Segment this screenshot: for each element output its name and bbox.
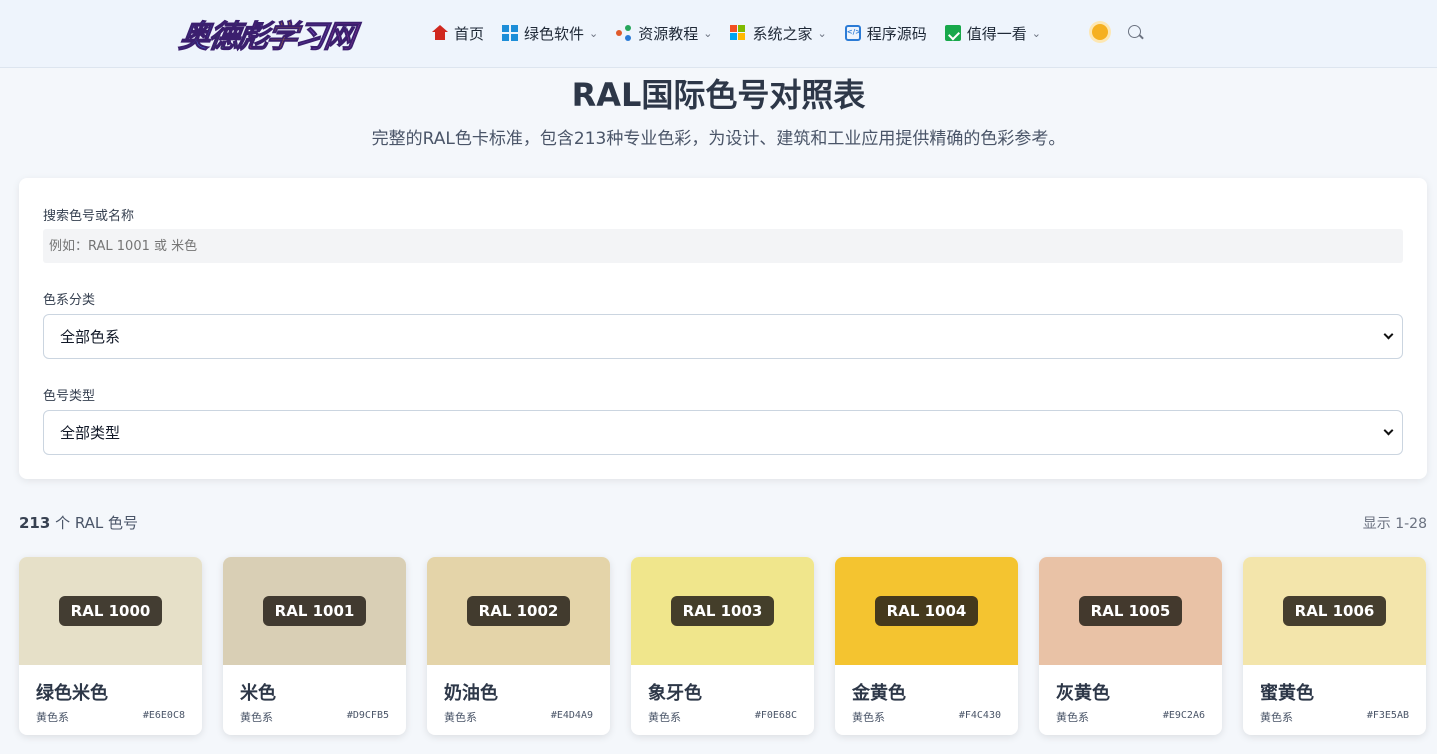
ral-code-badge: RAL 1005	[1078, 596, 1183, 626]
nav-item-system-home[interactable]: 系统之家 ⌄	[730, 23, 827, 44]
ral-code-badge: RAL 1002	[466, 596, 571, 626]
color-name: 绿色米色	[36, 683, 108, 704]
color-family: 黄色系	[648, 711, 681, 724]
filter-panel: 搜索色号或名称 色系分类 全部色系 色号类型 全部类型	[19, 178, 1427, 479]
color-type-value: 全部类型	[60, 424, 121, 442]
result-count-suffix: 个 RAL 色号	[50, 514, 139, 532]
site-logo[interactable]: 奥德彪学习网	[176, 12, 368, 55]
color-family-label: 色系分类	[43, 293, 96, 308]
home-icon	[432, 25, 448, 41]
color-swatch: RAL 1000	[19, 557, 202, 665]
color-hex: #F3E5AB	[1366, 710, 1409, 721]
search-label: 搜索色号或名称	[43, 209, 135, 224]
color-name: 金黄色	[852, 683, 906, 704]
color-type-select[interactable]: 全部类型	[43, 410, 1403, 455]
chevron-down-icon: ⌄	[817, 26, 827, 40]
color-hex: #E9C2A6	[1162, 710, 1205, 721]
color-card[interactable]: RAL 1004 金黄色黄色系 #F4C430	[835, 557, 1018, 735]
windows-icon	[730, 25, 746, 41]
color-card[interactable]: RAL 1003 象牙色黄色系 #F0E68C	[631, 557, 814, 735]
nav-item-label: 资源教程	[638, 24, 699, 43]
code-icon: </>	[844, 25, 861, 41]
document-icon	[944, 25, 961, 41]
page-subtitle: 完整的RAL色卡标准，包含213种专业色彩，为设计、建筑和工业应用提供精确的色彩…	[371, 129, 1066, 149]
color-card[interactable]: RAL 1005 灰黄色黄色系 #E9C2A6	[1039, 557, 1222, 735]
main-nav: 首页 绿色软件 ⌄ 资源教程 ⌄ 系统之家 ⌄ </> 程序源码 值得一看 ⌄	[432, 0, 1059, 66]
nav-item-source-code[interactable]: </> 程序源码	[844, 23, 927, 44]
nav-item-worth-seeing[interactable]: 值得一看 ⌄	[944, 23, 1041, 44]
color-family: 黄色系	[852, 711, 885, 724]
page-title: RAL国际色号对照表	[571, 76, 866, 114]
search-input[interactable]	[43, 229, 1403, 263]
ral-code-badge: RAL 1003	[670, 596, 775, 626]
nav-item-label: 绿色软件	[524, 24, 585, 43]
color-family: 黄色系	[1260, 711, 1293, 724]
color-type-label: 色号类型	[43, 389, 96, 404]
color-name: 灰黄色	[1056, 683, 1110, 704]
nav-item-tutorials[interactable]: 资源教程 ⌄	[616, 23, 712, 44]
nav-item-label: 首页	[454, 24, 485, 43]
nav-item-home[interactable]: 首页	[432, 23, 484, 44]
result-count-number: 213	[19, 514, 51, 532]
color-swatch: RAL 1001	[223, 557, 406, 665]
result-range: 显示 1-28	[1362, 516, 1427, 532]
color-hex: #F4C430	[958, 710, 1001, 721]
color-family: 黄色系	[36, 711, 69, 724]
share-icon	[616, 25, 632, 41]
top-navigation-bar: 奥德彪学习网 首页 绿色软件 ⌄ 资源教程 ⌄ 系统之家 ⌄ </> 程序源码 …	[0, 0, 1437, 68]
chevron-down-icon: ⌄	[703, 26, 713, 40]
color-hex: #D9CFB5	[346, 710, 389, 721]
chevron-down-icon	[1383, 329, 1394, 340]
color-card[interactable]: RAL 1000 绿色米色黄色系 #E6E0C8	[19, 557, 202, 735]
ral-code-badge: RAL 1004	[874, 596, 979, 626]
chevron-down-icon	[1383, 425, 1394, 436]
color-hex: #F0E68C	[754, 710, 797, 721]
color-swatch: RAL 1005	[1039, 557, 1222, 665]
color-swatch: RAL 1003	[631, 557, 814, 665]
color-card[interactable]: RAL 1001 米色黄色系 #D9CFB5	[223, 557, 406, 735]
color-card[interactable]: RAL 1002 奶油色黄色系 #E4D4A9	[427, 557, 610, 735]
grid-icon	[502, 25, 519, 41]
color-card[interactable]: RAL 1006 蜜黄色黄色系 #F3E5AB	[1243, 557, 1426, 735]
color-hex: #E6E0C8	[142, 710, 185, 721]
nav-item-label: 程序源码	[866, 24, 927, 43]
ral-code-badge: RAL 1006	[1282, 596, 1387, 626]
nav-item-label: 值得一看	[966, 24, 1027, 43]
result-count: 213 个 RAL 色号	[19, 512, 138, 533]
nav-item-green-software[interactable]: 绿色软件 ⌄	[502, 23, 598, 44]
color-name: 蜜黄色	[1260, 683, 1314, 704]
ral-code-badge: RAL 1000	[58, 596, 163, 626]
color-family: 黄色系	[240, 711, 273, 724]
color-swatch: RAL 1006	[1243, 557, 1426, 665]
nav-item-label: 系统之家	[752, 24, 813, 43]
chevron-down-icon: ⌄	[589, 26, 599, 40]
color-swatch: RAL 1002	[427, 557, 610, 665]
color-swatch: RAL 1004	[835, 557, 1018, 665]
color-name: 象牙色	[648, 683, 702, 704]
color-family-value: 全部色系	[60, 328, 121, 346]
color-family: 黄色系	[444, 711, 477, 724]
color-name: 米色	[240, 683, 276, 704]
color-hex: #E4D4A9	[550, 710, 593, 721]
search-icon[interactable]	[1128, 25, 1141, 38]
color-name: 奶油色	[444, 683, 498, 704]
ral-code-badge: RAL 1001	[262, 596, 367, 626]
chevron-down-icon: ⌄	[1031, 26, 1041, 40]
sun-icon[interactable]	[1092, 24, 1108, 40]
color-family: 黄色系	[1056, 711, 1089, 724]
color-family-select[interactable]: 全部色系	[43, 314, 1403, 359]
